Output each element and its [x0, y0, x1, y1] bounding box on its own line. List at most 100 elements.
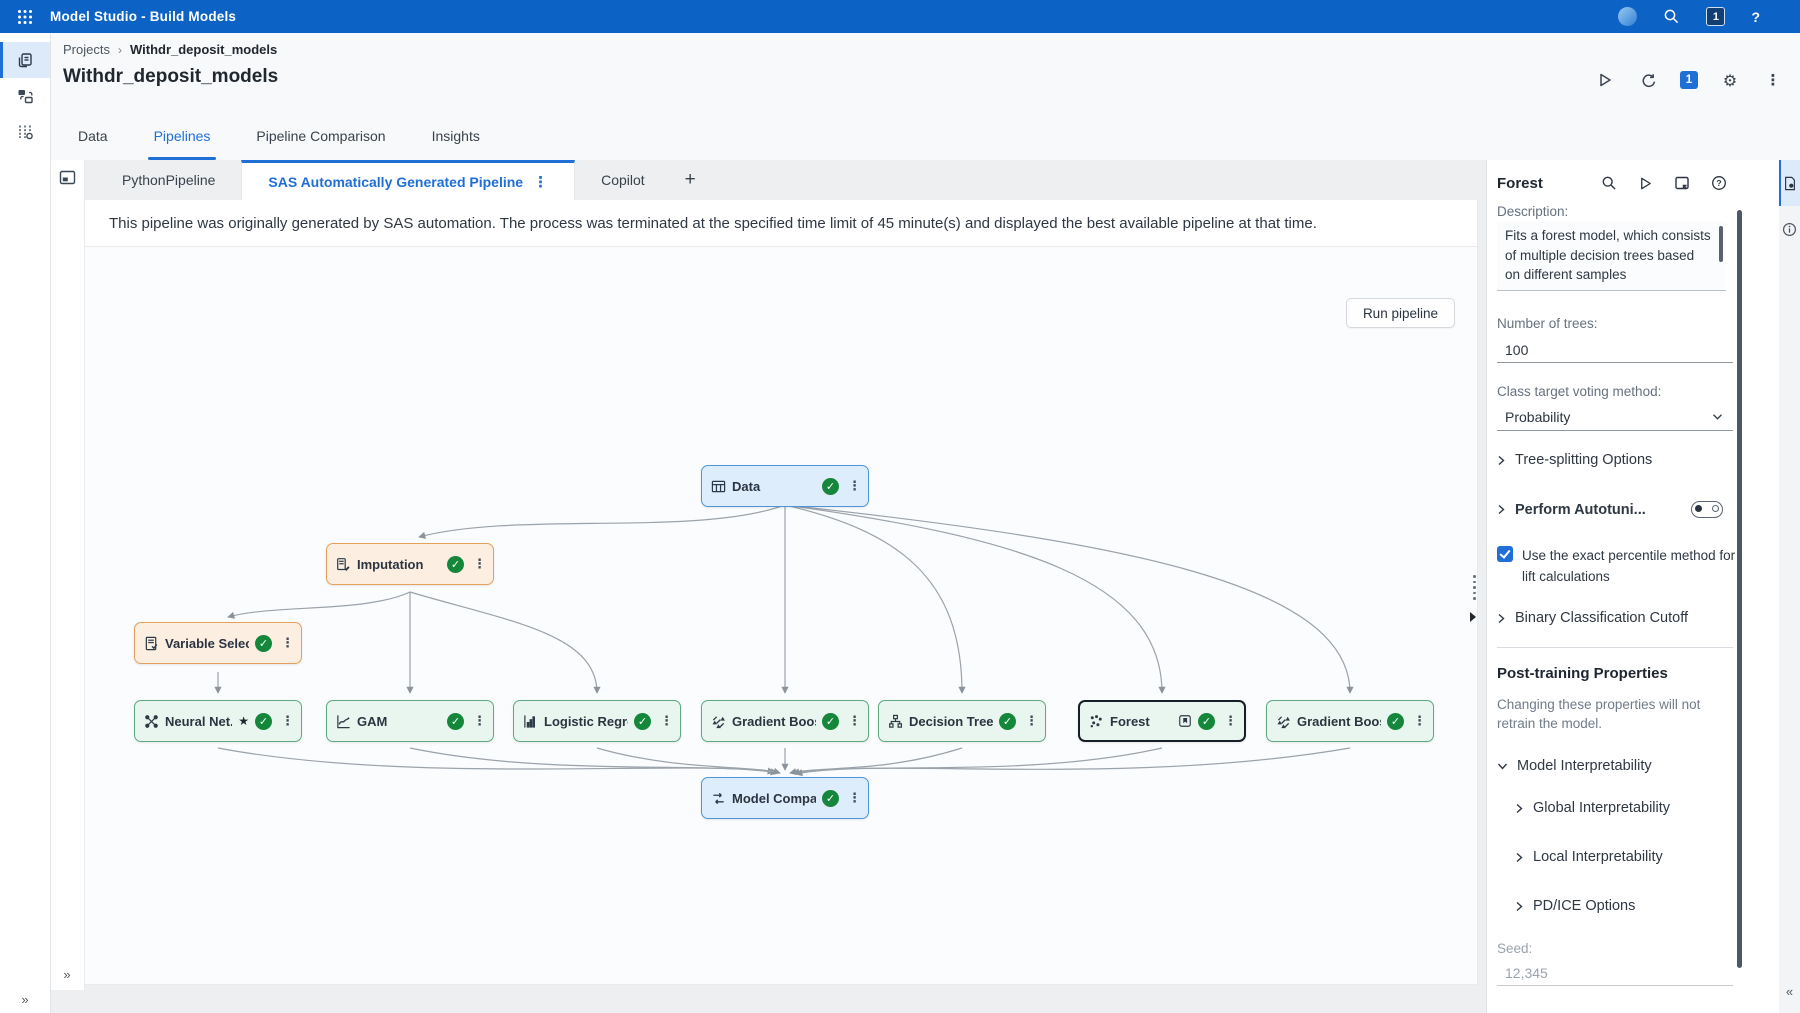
node-success-icon: ✓ — [634, 713, 651, 730]
post-training-title: Post-training Properties — [1497, 665, 1668, 682]
chevron-right-icon — [1497, 455, 1506, 466]
trees-label: Number of trees: — [1497, 316, 1598, 331]
seed-input[interactable] — [1497, 960, 1733, 986]
model-comparison-icon — [711, 791, 726, 806]
panel-collapse-arrow-icon[interactable] — [1470, 612, 1476, 622]
rail-expand-icon[interactable]: » — [0, 992, 50, 1007]
node-menu-icon[interactable]: ⋮ — [848, 479, 861, 494]
add-pipeline-button[interactable]: + — [671, 160, 710, 200]
section-autotune[interactable]: Perform Autotuni... — [1497, 501, 1743, 518]
rail-item-settings-sliders[interactable] — [0, 114, 50, 150]
strip-expand-icon[interactable]: » — [63, 967, 70, 982]
node-menu-icon[interactable]: ⋮ — [1224, 714, 1237, 729]
percentile-checkbox-row[interactable]: Use the exact percentile method for lift… — [1497, 545, 1737, 587]
tab-data[interactable]: Data — [72, 126, 114, 160]
description-scrollbar[interactable] — [1719, 226, 1723, 262]
pipeline-node-variable-selection[interactable]: Variable Selec... ✓ ⋮ — [134, 622, 302, 664]
refresh-button[interactable] — [1637, 69, 1659, 91]
node-menu-icon[interactable]: ⋮ — [848, 714, 861, 729]
run-project-button[interactable] — [1594, 69, 1616, 91]
section-global-interpretability[interactable]: Global Interpretability — [1515, 800, 1743, 816]
pipeline-node-neural-network[interactable]: Neural Net... ★ ✓ ⋮ — [134, 700, 302, 742]
node-success-icon: ✓ — [822, 478, 839, 495]
voting-select[interactable]: Probability — [1497, 404, 1733, 431]
chevron-right-icon — [1515, 852, 1524, 863]
panel-help-icon[interactable]: ? — [1711, 175, 1727, 191]
gam-icon — [336, 714, 351, 729]
section-binary-cutoff[interactable]: Binary Classification Cutoff — [1497, 610, 1743, 626]
pipeline-tab-sas-generated[interactable]: SAS Automatically Generated Pipeline ⋮ — [241, 160, 575, 200]
pipeline-node-gam[interactable]: GAM ✓ ⋮ — [326, 700, 494, 742]
pipeline-node-gradient-boosting-2[interactable]: Gradient Boos... ✓ ⋮ — [1266, 700, 1434, 742]
panel-run-node-icon[interactable] — [1638, 176, 1653, 191]
panel-save-icon[interactable] — [1674, 175, 1690, 191]
node-label: Gradient Boos... — [732, 714, 816, 729]
node-success-icon: ✓ — [1387, 713, 1404, 730]
node-menu-icon[interactable]: ⋮ — [281, 714, 294, 729]
node-properties-panel: Forest ? Description: Fits — [1486, 160, 1779, 1013]
section-model-interpretability[interactable]: Model Interpretability — [1497, 758, 1743, 774]
help-button[interactable]: ? — [1751, 9, 1760, 25]
imputation-icon — [336, 557, 351, 572]
node-menu-icon[interactable]: ⋮ — [281, 636, 294, 651]
app-title: Model Studio - Build Models — [50, 9, 236, 24]
tab-pipelines[interactable]: Pipelines — [148, 126, 217, 160]
pipeline-node-imputation[interactable]: Imputation ✓ ⋮ — [326, 543, 494, 585]
pipeline-tab-menu-icon[interactable]: ⋮ — [533, 173, 548, 191]
app-launcher-grid-icon[interactable] — [0, 9, 50, 25]
pipeline-tab-bar: PythonPipeline SAS Automatically Generat… — [84, 160, 1478, 200]
project-settings-gear-icon[interactable]: ⚙ — [1719, 69, 1741, 91]
panel-search-icon[interactable] — [1601, 175, 1617, 191]
section-local-interpretability[interactable]: Local Interpretability — [1515, 849, 1743, 865]
notifications-badge[interactable]: 1 — [1706, 7, 1725, 26]
selected-count-badge[interactable]: 1 — [1680, 71, 1698, 89]
description-field[interactable]: Fits a forest model, which consists of m… — [1497, 222, 1726, 291]
node-menu-icon[interactable]: ⋮ — [660, 714, 673, 729]
pipeline-node-model-comparison[interactable]: Model Compar... ✓ ⋮ — [701, 777, 869, 819]
panel-collapse-icon[interactable]: « — [1779, 984, 1800, 999]
pipeline-node-gradient-boosting-1[interactable]: Gradient Boos... ✓ ⋮ — [701, 700, 869, 742]
tab-insights[interactable]: Insights — [426, 126, 486, 160]
project-more-menu-icon[interactable]: ⋮ — [1762, 69, 1784, 91]
panel-scrollbar[interactable] — [1737, 210, 1742, 968]
section-pdice-options[interactable]: PD/ICE Options — [1515, 898, 1743, 914]
trees-input[interactable] — [1497, 337, 1733, 363]
node-label: Imputation — [357, 557, 441, 572]
strip-properties-icon[interactable] — [1779, 160, 1800, 206]
strip-info-icon[interactable] — [1779, 206, 1800, 252]
node-menu-icon[interactable]: ⋮ — [473, 557, 486, 572]
tab-pipeline-comparison[interactable]: Pipeline Comparison — [250, 126, 391, 160]
decision-tree-icon — [888, 714, 903, 729]
node-label: Variable Selec... — [165, 636, 249, 651]
right-icon-strip: « — [1779, 160, 1800, 1013]
node-label: GAM — [357, 714, 441, 729]
node-menu-icon[interactable]: ⋮ — [473, 714, 486, 729]
pipeline-canvas[interactable]: Run pipeline Data ✓ ⋮ Imputation ✓ — [85, 247, 1477, 984]
sas-logo-icon — [1618, 7, 1637, 26]
pipeline-tab-pythonpipeline[interactable]: PythonPipeline — [96, 160, 241, 200]
node-label: Data — [732, 479, 816, 494]
node-label: Logistic Regre... — [544, 714, 628, 729]
node-menu-icon[interactable]: ⋮ — [1413, 714, 1426, 729]
global-search-icon[interactable] — [1663, 8, 1680, 25]
rail-item-exchange[interactable] — [0, 78, 50, 114]
pipeline-tab-copilot[interactable]: Copilot — [575, 160, 671, 200]
checkbox-checked-icon[interactable] — [1497, 546, 1513, 562]
post-training-note: Changing these properties will not retra… — [1497, 695, 1727, 733]
pipeline-node-forest[interactable]: Forest ✓ ⋮ — [1078, 700, 1246, 742]
node-menu-icon[interactable]: ⋮ — [1025, 714, 1038, 729]
pipeline-node-logistic-regression[interactable]: Logistic Regre... ✓ ⋮ — [513, 700, 681, 742]
breadcrumb-projects-link[interactable]: Projects — [63, 42, 110, 57]
pipeline-overview-thumbnail-icon[interactable] — [59, 170, 76, 185]
pipeline-node-data[interactable]: Data ✓ ⋮ — [701, 465, 869, 507]
autotune-toggle[interactable] — [1691, 501, 1723, 518]
rail-item-pipelines[interactable] — [0, 42, 50, 78]
section-tree-splitting[interactable]: Tree-splitting Options — [1497, 452, 1743, 468]
node-menu-icon[interactable]: ⋮ — [848, 791, 861, 806]
panel-title: Forest — [1497, 175, 1543, 192]
gradient-boosting-icon — [1276, 714, 1291, 729]
run-pipeline-button[interactable]: Run pipeline — [1346, 298, 1455, 328]
left-nav-rail: » — [0, 33, 51, 1013]
panel-resize-handle[interactable] — [1473, 575, 1476, 600]
pipeline-node-decision-tree[interactable]: Decision Tree ✓ ⋮ — [878, 700, 1046, 742]
